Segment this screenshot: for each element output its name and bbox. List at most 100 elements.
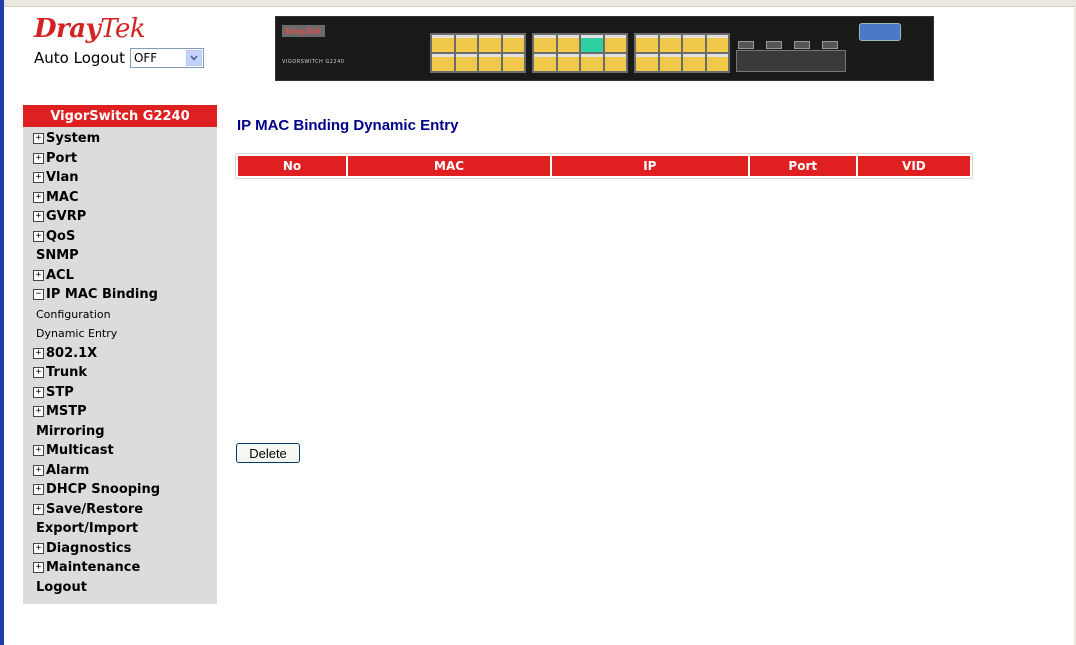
sidebar-item-label: SNMP bbox=[36, 248, 79, 264]
sidebar-item-system[interactable]: + System bbox=[23, 129, 217, 149]
sidebar-item-logout[interactable]: Logout bbox=[23, 578, 217, 598]
port-icon bbox=[534, 35, 556, 52]
port-group bbox=[532, 33, 628, 73]
sidebar-item-ip-mac-binding[interactable]: − IP MAC Binding bbox=[23, 285, 217, 305]
draytek-logo: DrayTek bbox=[34, 14, 146, 44]
port-icon bbox=[604, 35, 626, 52]
table-header-row: No MAC IP Port VID bbox=[238, 156, 970, 176]
port-icon bbox=[432, 35, 454, 52]
chevron-down-icon[interactable] bbox=[185, 50, 202, 66]
sidebar-item-label: Logout bbox=[36, 579, 87, 595]
sidebar-item-configuration[interactable]: Configuration bbox=[23, 305, 217, 325]
sidebar-item-gvrp[interactable]: + GVRP bbox=[23, 207, 217, 227]
port-icon bbox=[683, 35, 705, 52]
sidebar-item-alarm[interactable]: + Alarm bbox=[23, 461, 217, 481]
expand-icon[interactable]: + bbox=[33, 386, 44, 398]
port-icon bbox=[479, 35, 501, 52]
sidebar-item-label: MAC bbox=[46, 189, 79, 205]
delete-button[interactable]: Delete bbox=[236, 443, 300, 463]
auto-logout: Auto Logout OFF bbox=[34, 48, 204, 68]
port-icon bbox=[706, 35, 728, 52]
sidebar-item-multicast[interactable]: + Multicast bbox=[23, 441, 217, 461]
sidebar-item-vlan[interactable]: + Vlan bbox=[23, 168, 217, 188]
device-front-panel: DrayTek VIGORSWITCH G2240 bbox=[275, 16, 934, 81]
expand-icon[interactable]: + bbox=[33, 445, 44, 457]
sidebar-item-802-1x[interactable]: +802.1X bbox=[23, 344, 217, 364]
sidebar-item-dynamic-entry[interactable]: Dynamic Entry bbox=[23, 324, 217, 344]
expand-icon[interactable]: + bbox=[33, 542, 44, 554]
auto-logout-value: OFF bbox=[133, 51, 158, 65]
sidebar-item-snmp[interactable]: SNMP bbox=[23, 246, 217, 266]
sidebar-item-save-restore[interactable]: + Save/Restore bbox=[23, 500, 217, 520]
port-icon bbox=[581, 35, 603, 52]
port-icon bbox=[557, 35, 579, 52]
port-icon bbox=[636, 54, 658, 71]
expand-icon[interactable]: + bbox=[33, 367, 44, 379]
port-icon bbox=[683, 54, 705, 71]
expand-icon[interactable]: + bbox=[33, 464, 44, 476]
port-icon bbox=[502, 54, 524, 71]
sidebar-item-mac[interactable]: + MAC bbox=[23, 188, 217, 208]
sfp-led bbox=[738, 41, 754, 49]
sidebar-item-qos[interactable]: + QoS bbox=[23, 227, 217, 247]
sidebar-item-trunk[interactable]: + Trunk bbox=[23, 363, 217, 383]
expand-icon[interactable]: + bbox=[33, 562, 44, 574]
sidebar-item-label: GVRP bbox=[46, 209, 87, 225]
port-icon bbox=[455, 54, 477, 71]
expand-icon[interactable]: + bbox=[33, 172, 44, 184]
port-icon bbox=[534, 54, 556, 71]
column-header-port: Port bbox=[749, 156, 856, 176]
sidebar-item-label: ACL bbox=[46, 267, 74, 283]
sidebar: VigorSwitch G2240 + System + Port + Vlan + MAC +… bbox=[23, 105, 217, 604]
sidebar-item-port[interactable]: + Port bbox=[23, 149, 217, 169]
sidebar-item-label: STP bbox=[46, 384, 74, 400]
sidebar-item-diagnostics[interactable]: + Diagnostics bbox=[23, 539, 217, 559]
sidebar-item-dhcp-snooping[interactable]: + DHCP Snooping bbox=[23, 480, 217, 500]
sidebar-item-label: DHCP Snooping bbox=[46, 482, 161, 498]
sidebar-item-label: System bbox=[46, 131, 101, 147]
frame-left-border bbox=[0, 0, 4, 645]
sfp-led bbox=[822, 41, 838, 49]
expand-icon[interactable]: + bbox=[33, 347, 44, 359]
port-group bbox=[430, 33, 526, 73]
expand-icon[interactable]: + bbox=[33, 484, 44, 496]
serial-port-icon bbox=[859, 23, 901, 41]
expand-icon[interactable]: + bbox=[33, 133, 44, 145]
expand-icon[interactable]: + bbox=[33, 269, 44, 281]
port-icon bbox=[659, 35, 681, 52]
sidebar-item-stp[interactable]: + STP bbox=[23, 383, 217, 403]
sidebar-item-label: Trunk bbox=[46, 365, 88, 381]
expand-icon[interactable]: + bbox=[33, 152, 44, 164]
sidebar-item-mirroring[interactable]: Mirroring bbox=[23, 422, 217, 442]
sidebar-item-label: Alarm bbox=[46, 462, 90, 478]
auto-logout-label: Auto Logout bbox=[34, 49, 125, 67]
expand-icon[interactable]: + bbox=[33, 406, 44, 418]
sidebar-item-mstp[interactable]: + MSTP bbox=[23, 402, 217, 422]
sidebar-item-label: Export/Import bbox=[36, 521, 139, 537]
expand-icon[interactable]: + bbox=[33, 191, 44, 203]
sidebar-item-acl[interactable]: + ACL bbox=[23, 266, 217, 286]
sfp-led bbox=[794, 41, 810, 49]
sidebar-menu: + System + Port + Vlan + MAC + GVRP + QoS SNMP + ACL − I… bbox=[23, 127, 217, 597]
sidebar-item-label: IP MAC Binding bbox=[46, 287, 158, 303]
sidebar-item-export-import[interactable]: Export/Import bbox=[23, 519, 217, 539]
sidebar-item-label: Vlan bbox=[46, 170, 79, 186]
sidebar-item-label: MSTP bbox=[46, 404, 87, 420]
brand-part1: Dray bbox=[34, 14, 101, 44]
expand-icon[interactable]: + bbox=[33, 211, 44, 223]
expand-icon[interactable]: + bbox=[33, 230, 44, 242]
sidebar-item-label: Multicast bbox=[46, 443, 114, 459]
sidebar-item-label: Mirroring bbox=[36, 423, 105, 439]
column-header-no: No bbox=[238, 156, 347, 176]
collapse-icon[interactable]: − bbox=[33, 289, 44, 301]
column-header-vid: VID bbox=[857, 156, 970, 176]
auto-logout-select[interactable]: OFF bbox=[129, 48, 204, 68]
port-icon bbox=[636, 35, 658, 52]
sidebar-item-label: Diagnostics bbox=[46, 540, 132, 556]
port-icon bbox=[557, 54, 579, 71]
expand-icon[interactable]: + bbox=[33, 503, 44, 515]
sidebar-item-label: Dynamic Entry bbox=[36, 327, 118, 341]
sfp-slots bbox=[736, 50, 846, 72]
sidebar-item-label: Configuration bbox=[36, 307, 111, 321]
sidebar-item-maintenance[interactable]: + Maintenance bbox=[23, 558, 217, 578]
